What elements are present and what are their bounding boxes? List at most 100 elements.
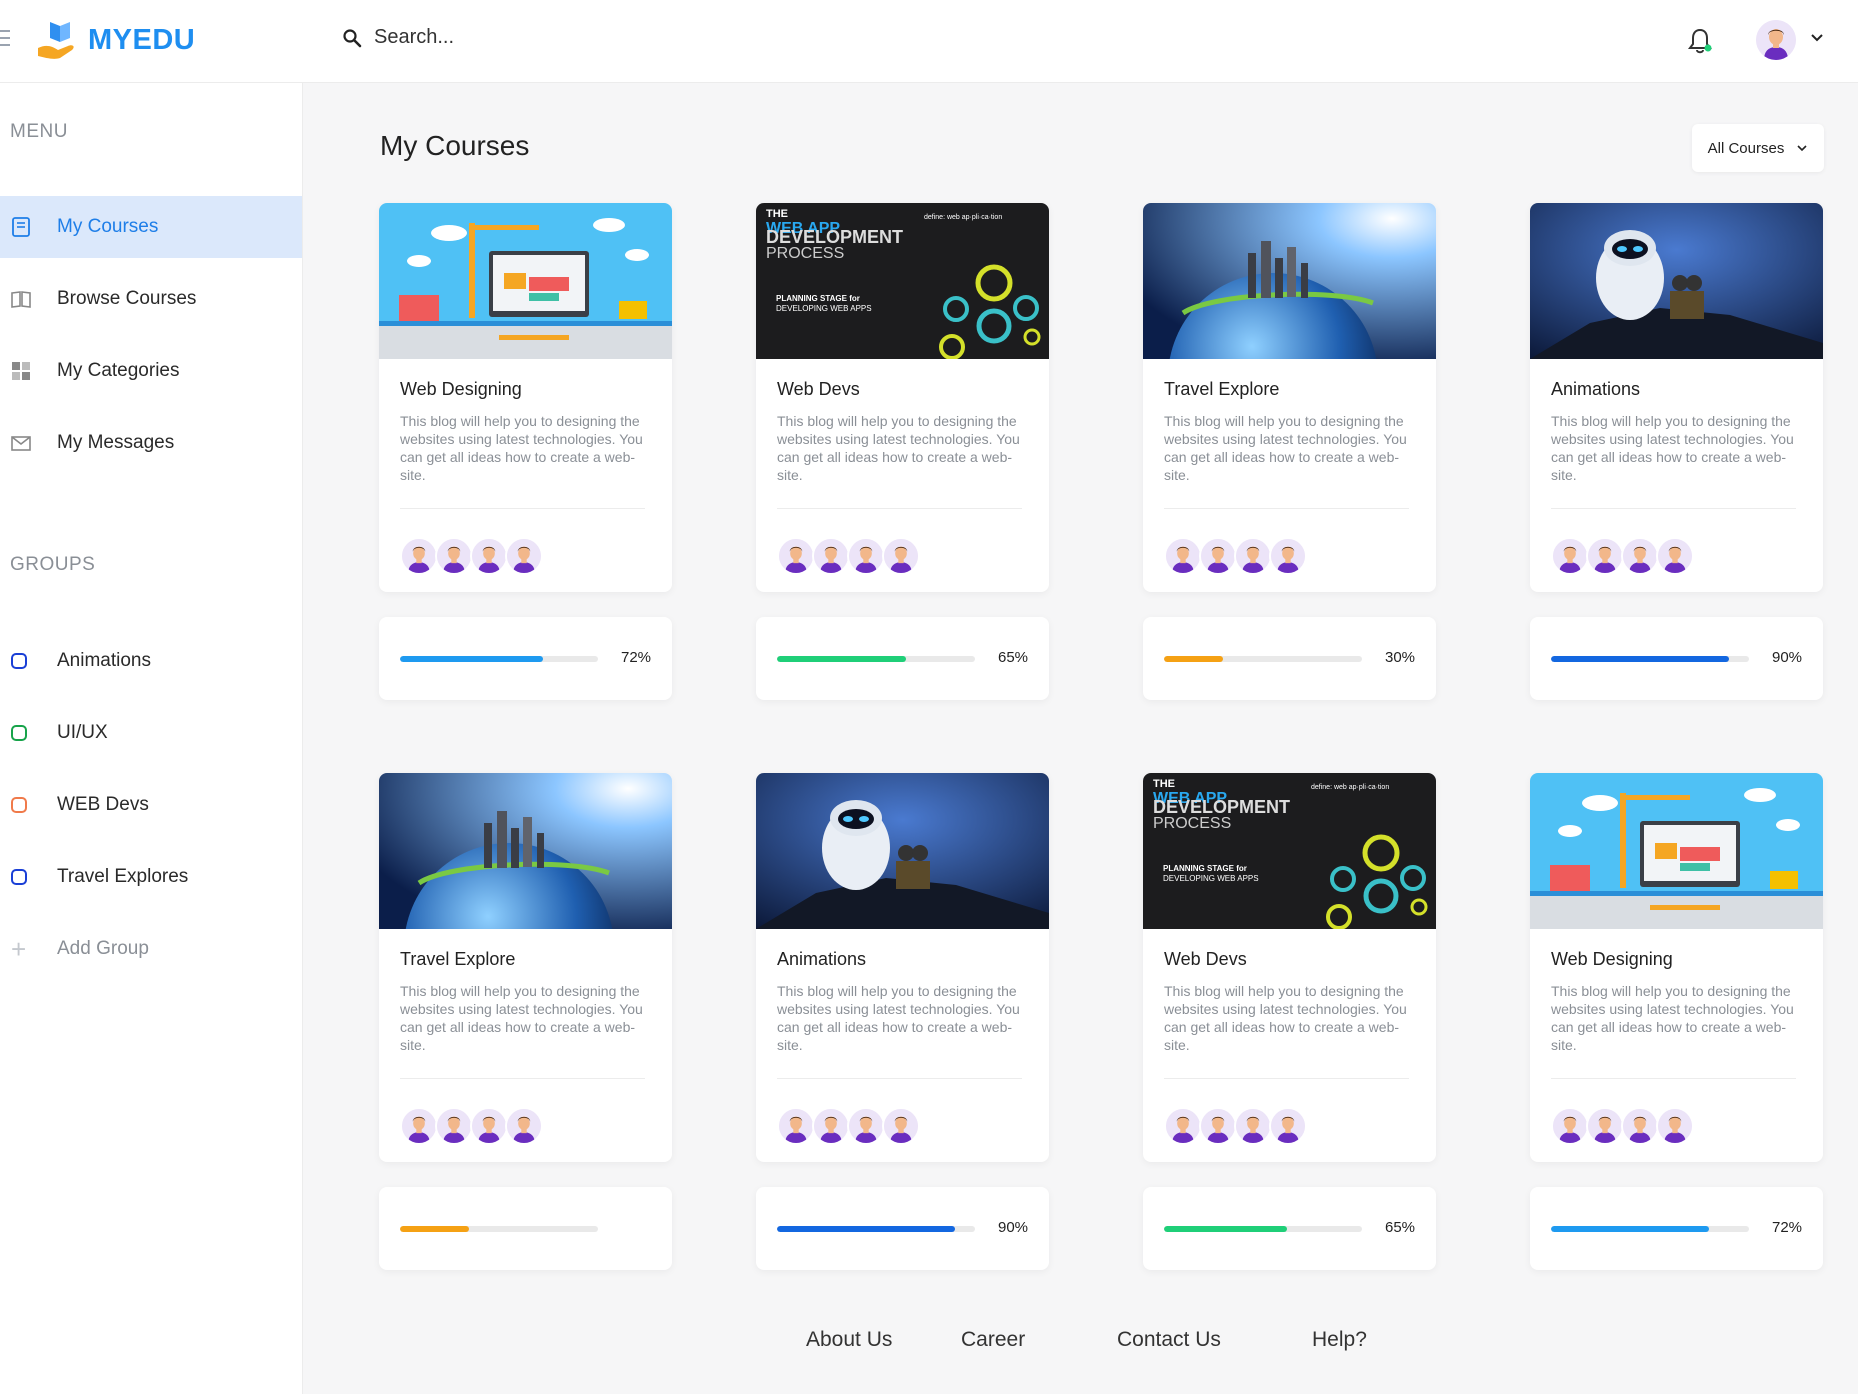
member-avatars <box>1551 537 1694 575</box>
course-title[interactable]: Animations <box>777 949 866 970</box>
member-avatar[interactable] <box>400 537 438 575</box>
member-avatar[interactable] <box>505 537 543 575</box>
course-title[interactable]: Travel Explore <box>400 949 515 970</box>
member-avatar[interactable] <box>1269 537 1307 575</box>
member-avatar[interactable] <box>505 1107 543 1145</box>
footer-link-career[interactable]: Career <box>961 1328 1025 1352</box>
search-bar[interactable]: Search... <box>342 26 454 49</box>
course-filter-dropdown[interactable]: All Courses <box>1692 124 1824 172</box>
hamburger-icon[interactable] <box>0 30 10 51</box>
group-ring-icon <box>11 725 27 741</box>
page-title: My Courses <box>380 130 530 161</box>
member-avatar[interactable] <box>1269 1107 1307 1145</box>
groups-section-label: GROUPS <box>10 554 96 575</box>
group-ring-icon <box>11 653 27 669</box>
member-avatar[interactable] <box>1621 1107 1659 1145</box>
group-item-ui-ux[interactable]: UI/UX <box>0 702 302 764</box>
course-description: This blog will help you to designing the… <box>1164 983 1407 1053</box>
course-title[interactable]: Web Devs <box>777 379 860 400</box>
divider <box>777 508 1022 509</box>
member-avatar[interactable] <box>1234 537 1272 575</box>
course-thumbnail[interactable]: THE WEB APP DEVELOPMENT PROCESS define: … <box>1143 773 1436 929</box>
course-title[interactable]: Web Devs <box>1164 949 1247 970</box>
divider <box>1164 508 1409 509</box>
course-progress-card: 90% <box>1530 617 1823 700</box>
course-card[interactable]: Web Designing This blog will help you to … <box>379 203 672 592</box>
member-avatar[interactable] <box>1551 1107 1589 1145</box>
member-avatar[interactable] <box>1551 537 1589 575</box>
course-thumbnail[interactable] <box>1530 773 1823 929</box>
sidebar-item-my-courses[interactable]: My Courses <box>0 196 302 258</box>
member-avatar[interactable] <box>812 537 850 575</box>
group-item-animations[interactable]: Animations <box>0 630 302 692</box>
group-item-web-devs[interactable]: WEB Devs <box>0 774 302 836</box>
notification-bell-icon[interactable] <box>1686 26 1714 56</box>
member-avatar[interactable] <box>777 1107 815 1145</box>
member-avatar[interactable] <box>435 537 473 575</box>
member-avatar[interactable] <box>1164 1107 1202 1145</box>
member-avatar[interactable] <box>882 537 920 575</box>
course-card[interactable]: THE WEB APP DEVELOPMENT PROCESS define: … <box>756 203 1049 592</box>
member-avatar[interactable] <box>882 1107 920 1145</box>
course-thumbnail[interactable] <box>379 773 672 929</box>
progress-fill <box>1164 656 1224 662</box>
user-avatar[interactable] <box>1756 20 1796 60</box>
progress-track <box>400 1226 598 1232</box>
course-card[interactable]: THE WEB APP DEVELOPMENT PROCESS define: … <box>1143 773 1436 1162</box>
footer-link-help[interactable]: Help? <box>1312 1328 1367 1352</box>
course-card[interactable]: Animations This blog will help you to des… <box>1530 203 1823 592</box>
member-avatar[interactable] <box>777 537 815 575</box>
course-thumbnail[interactable] <box>1530 203 1823 359</box>
member-avatar[interactable] <box>435 1107 473 1145</box>
course-title[interactable]: Travel Explore <box>1164 379 1279 400</box>
chevron-down-icon[interactable] <box>1810 33 1824 43</box>
group-label: WEB Devs <box>57 794 149 815</box>
member-avatar[interactable] <box>1586 537 1624 575</box>
footer-link-about[interactable]: About Us <box>806 1328 892 1352</box>
course-description: This blog will help you to designing the… <box>1164 413 1407 483</box>
member-avatar[interactable] <box>812 1107 850 1145</box>
course-thumbnail[interactable]: THE WEB APP DEVELOPMENT PROCESS define: … <box>756 203 1049 359</box>
member-avatar[interactable] <box>847 1107 885 1145</box>
member-avatar[interactable] <box>400 1107 438 1145</box>
course-card[interactable]: Animations This blog will help you to des… <box>756 773 1049 1162</box>
member-avatars <box>777 1107 920 1145</box>
member-avatars <box>400 537 543 575</box>
footer-link-contact[interactable]: Contact Us <box>1117 1328 1221 1352</box>
course-thumbnail[interactable] <box>756 773 1049 929</box>
course-card[interactable]: Web Designing This blog will help you to … <box>1530 773 1823 1162</box>
course-thumbnail[interactable] <box>379 203 672 359</box>
member-avatar[interactable] <box>1234 1107 1272 1145</box>
sidebar-item-my-categories[interactable]: My Categories <box>0 340 302 402</box>
member-avatar[interactable] <box>1621 537 1659 575</box>
svg-text:define: web ap·pli·ca·tion: define: web ap·pli·ca·tion <box>924 214 1002 221</box>
course-card[interactable]: Travel Explore This blog will help you to… <box>379 773 672 1162</box>
sidebar-item-browse-courses[interactable]: Browse Courses <box>0 268 302 330</box>
course-title[interactable]: Web Designing <box>1551 949 1673 970</box>
member-avatar[interactable] <box>1586 1107 1624 1145</box>
progress-track <box>1164 1226 1362 1232</box>
member-avatar[interactable] <box>1656 537 1694 575</box>
open-book-icon <box>11 291 31 308</box>
course-thumbnail[interactable] <box>1143 203 1436 359</box>
search-input[interactable]: Search... <box>374 26 454 49</box>
group-item-travel-explores[interactable]: Travel Explores <box>0 846 302 908</box>
course-title[interactable]: Animations <box>1551 379 1640 400</box>
svg-text:DEVELOPING WEB APPS: DEVELOPING WEB APPS <box>776 304 872 313</box>
mail-icon <box>11 436 31 451</box>
course-title[interactable]: Web Designing <box>400 379 522 400</box>
app-logo[interactable]: MYEDU <box>36 18 195 62</box>
member-avatar[interactable] <box>847 537 885 575</box>
course-card[interactable]: Travel Explore This blog will help you to… <box>1143 203 1436 592</box>
member-avatar[interactable] <box>470 537 508 575</box>
member-avatar[interactable] <box>470 1107 508 1145</box>
member-avatar[interactable] <box>1164 537 1202 575</box>
member-avatar[interactable] <box>1199 537 1237 575</box>
member-avatar[interactable] <box>1656 1107 1694 1145</box>
progress-track <box>1551 656 1749 662</box>
add-group-button[interactable]: + Add Group <box>0 918 302 980</box>
member-avatar[interactable] <box>1199 1107 1237 1145</box>
book-icon <box>12 217 30 237</box>
sidebar-item-my-messages[interactable]: My Messages <box>0 412 302 474</box>
progress-fill <box>777 656 906 662</box>
